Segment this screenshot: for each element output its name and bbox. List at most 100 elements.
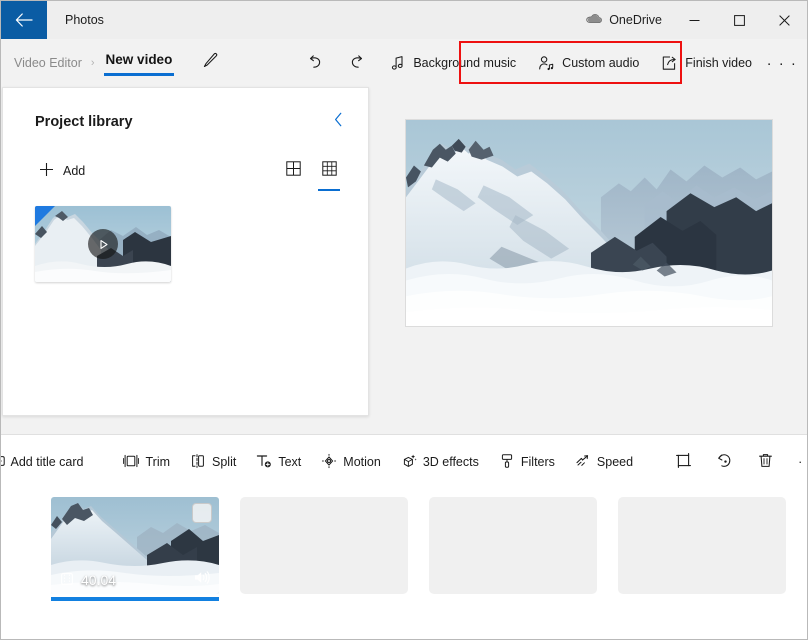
- filters-label: Filters: [520, 455, 555, 469]
- rotate-button[interactable]: [705, 445, 744, 479]
- split-icon: [190, 453, 206, 472]
- clip-footer: 40.04: [51, 566, 219, 594]
- project-library-toolbar: Add: [3, 136, 368, 191]
- background-music-label: Background music: [413, 56, 517, 70]
- speed-icon: [575, 453, 591, 472]
- plus-icon: [39, 162, 54, 180]
- play-icon[interactable]: [88, 229, 118, 259]
- breadcrumb-video-editor[interactable]: Video Editor: [14, 56, 82, 70]
- maximize-button[interactable]: [717, 1, 762, 39]
- audio-tools-group: Background music Custom audio: [378, 45, 650, 81]
- project-name-label: New video: [105, 51, 173, 67]
- minimize-button[interactable]: [672, 1, 717, 39]
- speed-label: Speed: [596, 455, 634, 469]
- app-title: Photos: [65, 13, 104, 27]
- storyboard-empty-slot[interactable]: [429, 497, 597, 594]
- storyboard-clip-wrapper: 40.04: [51, 497, 219, 607]
- storyboard-empty-slot[interactable]: [618, 497, 786, 594]
- grid-small-view-button[interactable]: [314, 156, 344, 191]
- clip-duration-label: 40.04: [81, 572, 117, 588]
- add-media-button[interactable]: Add: [35, 157, 93, 185]
- finish-video-label: Finish video: [685, 56, 752, 70]
- delete-button[interactable]: [746, 445, 785, 479]
- breadcrumb: Video Editor › New video: [1, 46, 227, 80]
- crop-button[interactable]: [664, 445, 703, 479]
- undo-button[interactable]: [294, 45, 336, 81]
- storyboard-section: Add title card Trim Split Text Motion 3D…: [1, 434, 807, 639]
- undo-icon: [306, 54, 324, 72]
- window-controls: [672, 1, 807, 39]
- pencil-icon: [202, 52, 219, 74]
- back-arrow-icon: [15, 13, 33, 27]
- motion-button[interactable]: Motion: [312, 445, 390, 479]
- custom-audio-label: Custom audio: [562, 56, 640, 70]
- three-d-effects-icon: [401, 453, 417, 472]
- onedrive-label: OneDrive: [609, 13, 662, 27]
- split-label: Split: [212, 455, 237, 469]
- onedrive-status[interactable]: OneDrive: [576, 1, 672, 39]
- breadcrumb-separator-icon: ›: [90, 57, 95, 69]
- project-library-header: Project library: [3, 88, 368, 136]
- redo-icon: [348, 54, 366, 72]
- grid-small-icon: [321, 161, 337, 181]
- video-corner-badge: [35, 206, 55, 226]
- title-card-icon: [1, 453, 5, 472]
- motion-icon: [321, 453, 337, 472]
- back-button[interactable]: [1, 1, 47, 39]
- storyboard-empty-slot[interactable]: [240, 497, 408, 594]
- trash-icon: [757, 452, 774, 472]
- titlebar-spacer: [104, 1, 576, 39]
- add-title-card-button[interactable]: Add title card: [1, 445, 92, 479]
- editor-body: Project library Add: [1, 87, 807, 503]
- selection-checkbox[interactable]: [192, 503, 212, 523]
- grid-large-view-button[interactable]: [278, 156, 308, 186]
- grid-large-icon: [285, 161, 301, 181]
- collapse-library-button[interactable]: [324, 108, 352, 136]
- command-bar: Video Editor › New video Background musi…: [1, 39, 807, 87]
- rotate-icon: [716, 452, 733, 472]
- add-title-card-label: Add title card: [10, 455, 84, 469]
- project-library-grid: [3, 186, 368, 282]
- three-d-effects-label: 3D effects: [422, 455, 479, 469]
- breadcrumb-current-project[interactable]: New video: [103, 51, 175, 76]
- filters-button[interactable]: Filters: [490, 445, 564, 479]
- project-library-title: Project library: [35, 114, 133, 130]
- motion-label: Motion: [343, 455, 381, 469]
- trim-button[interactable]: Trim: [114, 445, 179, 479]
- chevron-left-icon: [332, 112, 345, 132]
- title-bar: Photos OneDrive: [1, 1, 807, 39]
- active-underline: [103, 73, 175, 76]
- trim-icon: [123, 453, 140, 472]
- speed-button[interactable]: Speed: [566, 445, 642, 479]
- music-note-icon: [389, 55, 406, 72]
- crop-icon: [675, 452, 692, 472]
- volume-icon[interactable]: [193, 570, 210, 590]
- close-button[interactable]: [762, 1, 807, 39]
- photos-video-editor-window: Photos OneDrive Video Editor › New video…: [0, 0, 808, 640]
- filters-icon: [499, 453, 515, 472]
- custom-audio-button[interactable]: Custom audio: [527, 45, 650, 81]
- three-d-effects-button[interactable]: 3D effects: [392, 445, 488, 479]
- redo-button[interactable]: [336, 45, 378, 81]
- finish-video-button[interactable]: Finish video: [650, 45, 763, 81]
- export-icon: [661, 55, 678, 72]
- library-video-thumbnail[interactable]: [35, 206, 171, 282]
- storyboard-clip[interactable]: 40.04: [51, 497, 219, 594]
- preview-image: [406, 120, 772, 326]
- command-bar-more-button[interactable]: · · ·: [763, 45, 801, 81]
- editing-toolbar: Add title card Trim Split Text Motion 3D…: [1, 435, 807, 489]
- person-audio-icon: [538, 55, 555, 72]
- split-button[interactable]: Split: [181, 445, 245, 479]
- storyboard-more-button[interactable]: · · ·: [787, 445, 807, 479]
- text-button[interactable]: Text: [247, 445, 310, 479]
- rename-project-button[interactable]: [193, 46, 227, 80]
- film-strip-icon: [60, 572, 74, 589]
- background-music-button[interactable]: Background music: [378, 45, 527, 81]
- text-label: Text: [278, 455, 302, 469]
- text-icon: [256, 453, 272, 472]
- video-preview[interactable]: [405, 119, 773, 327]
- project-library-panel: Project library Add: [2, 87, 369, 416]
- clip-selected-indicator: [51, 597, 219, 601]
- clip-duration: 40.04: [60, 572, 116, 589]
- trim-label: Trim: [145, 455, 171, 469]
